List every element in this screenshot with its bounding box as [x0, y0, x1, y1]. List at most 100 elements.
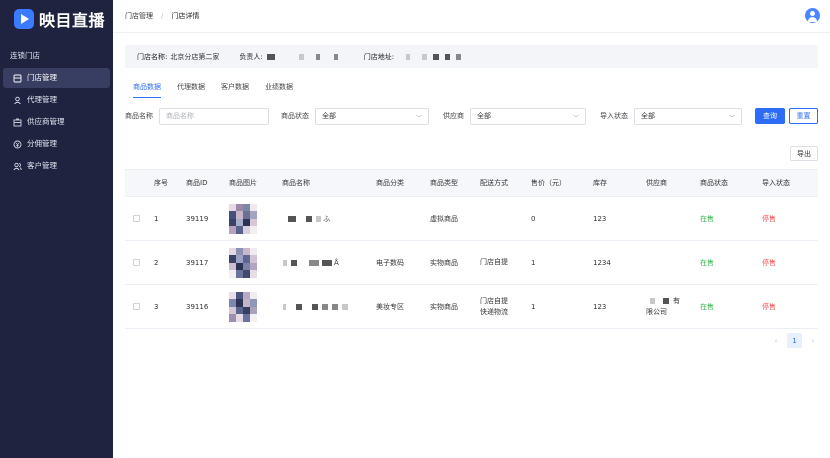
reset-button[interactable]: 重置 [789, 108, 818, 124]
product-status-select[interactable]: 全部 ﹀ [315, 107, 429, 125]
supplier-select[interactable]: 全部 ﹀ [470, 107, 586, 125]
redacted-text [298, 53, 304, 60]
next-page-icon[interactable]: › [806, 337, 820, 345]
delivery-method: 门店自提 [480, 258, 508, 266]
id-cell: 39119 [186, 214, 209, 223]
redacted-text [316, 215, 321, 222]
column-header: 序号 [154, 179, 168, 187]
avatar-body [808, 17, 817, 22]
redacted-text [650, 298, 655, 304]
product-thumbnail[interactable] [229, 247, 257, 278]
id-cell: 39117 [186, 258, 209, 267]
brand-logo[interactable]: 映目直播 [0, 0, 113, 37]
sidebar-item-store[interactable]: 门店管理 [3, 68, 110, 88]
filter-bar: 商品名称 商品名称 商品状态 全部 ﹀ 供应商 全部 ﹀ 导入状态 全部 ﹀ 查… [125, 107, 825, 125]
sidebar-item-agent[interactable]: 代理管理 [3, 90, 110, 110]
supplier-value: 全部 [477, 112, 491, 120]
table-header: 序号 商品ID 商品图片 商品名称 商品分类 商品类型 配送方式 售价（元） 库… [125, 170, 818, 197]
row-checkbox[interactable] [133, 215, 140, 222]
product-status-label: 商品状态 [281, 112, 309, 120]
chevron-down-icon: ﹀ [572, 114, 579, 122]
name-cell [282, 303, 376, 310]
price-cell: 1 [531, 258, 536, 267]
redacted-text [433, 53, 440, 60]
product-name-label: 商品名称 [125, 112, 153, 120]
tab-performance-data[interactable]: 业绩数据 [265, 82, 293, 98]
product-name-tail: Å [334, 258, 339, 267]
price-cell: 0 [531, 214, 536, 223]
product-status-badge: 在售 [700, 214, 714, 223]
redacted-text [306, 215, 312, 222]
main-content: 门店名称: 北京分店第二家 负责人: 门店地址: 商品数据 代理数据 客户数据 … [113, 33, 830, 458]
redacted-text [342, 303, 348, 310]
export-button[interactable]: 导出 [790, 146, 818, 161]
product-thumbnail[interactable] [229, 291, 257, 322]
top-bar: 门店管理 / 门店详情 [113, 0, 830, 33]
tab-customer-data[interactable]: 客户数据 [221, 82, 249, 98]
customer-icon [13, 162, 22, 171]
sidebar-item-commission[interactable]: 分佣管理 [3, 134, 110, 154]
product-thumbnail[interactable] [229, 203, 257, 234]
redacted-text [291, 259, 297, 266]
redacted-text [333, 53, 338, 60]
image-cell [229, 247, 282, 278]
brand-name: 映目直播 [39, 10, 106, 30]
column-header: 库存 [593, 179, 607, 187]
product-name-input[interactable]: 商品名称 [159, 107, 269, 125]
search-button[interactable]: 查询 [755, 108, 785, 124]
redacted-text [312, 303, 318, 310]
prev-page-icon[interactable]: ‹ [769, 337, 783, 345]
breadcrumb-separator: / [161, 12, 164, 20]
product-name-tail: ふ [323, 214, 330, 223]
redacted-text [663, 298, 669, 304]
table-row[interactable]: 1 39119 ふ 虚拟商品 0 123 在售 停售 [125, 197, 818, 241]
category-cell: 电子数码 [376, 258, 404, 267]
image-cell [229, 291, 282, 322]
id-cell: 39116 [186, 302, 209, 311]
tab-product-data[interactable]: 商品数据 [133, 82, 161, 98]
import-status-select[interactable]: 全部 ﹀ [634, 107, 742, 125]
redacted-text [315, 53, 320, 60]
column-header: 售价（元） [531, 179, 566, 187]
redacted-text [445, 53, 451, 60]
row-checkbox[interactable] [133, 303, 140, 310]
delivery-cell: 门店自提 [480, 257, 531, 268]
delivery-method: 快递物流 [480, 307, 508, 316]
sidebar-item-customer[interactable]: 客户管理 [3, 156, 110, 176]
import-status-value: 全部 [641, 112, 655, 120]
price-cell: 1 [531, 302, 536, 311]
column-header: 商品状态 [700, 179, 728, 187]
supplier-name-part: 有 [673, 296, 680, 305]
row-checkbox[interactable] [133, 259, 140, 266]
column-header: 商品ID [186, 179, 208, 187]
sidebar: 映目直播 连锁门店 门店管理 代理管理 供应商管理 分佣管理 客户管理 [0, 0, 113, 458]
redacted-text [322, 303, 328, 310]
redacted-text [296, 303, 302, 310]
commission-icon [13, 140, 22, 149]
type-cell: 虚拟商品 [430, 214, 458, 223]
sidebar-item-label: 代理管理 [27, 95, 57, 104]
index-cell: 3 [154, 302, 159, 311]
column-header: 供应商 [646, 179, 667, 187]
tab-agent-data[interactable]: 代理数据 [177, 82, 205, 98]
chevron-down-icon: ﹀ [728, 114, 735, 122]
user-avatar-icon[interactable] [805, 8, 820, 23]
sidebar-group-title[interactable]: 连锁门店 [0, 45, 113, 67]
stock-cell: 1234 [593, 258, 611, 267]
chevron-down-icon: ﹀ [415, 114, 422, 122]
table-row[interactable]: 3 39116 美妆专区 实物商品 门店自提 快递物流 1 123 有 限公司 … [125, 285, 818, 329]
supplier-name: 限公司 [646, 307, 667, 316]
sidebar-item-supplier[interactable]: 供应商管理 [3, 112, 110, 132]
type-cell: 实物商品 [430, 302, 458, 311]
breadcrumb-parent[interactable]: 门店管理 [125, 11, 153, 21]
redacted-text [266, 53, 275, 60]
sidebar-item-label: 分佣管理 [27, 139, 57, 148]
store-address: 门店地址: [364, 52, 463, 62]
image-cell [229, 203, 282, 234]
page-number[interactable]: 1 [787, 333, 802, 348]
column-header: 商品名称 [282, 179, 310, 187]
delivery-method: 门店自提 [480, 296, 508, 305]
stock-cell: 123 [593, 302, 607, 311]
table-row[interactable]: 2 39117 Å 电子数码 实物商品 门店自提 1 1234 在售 停售 [125, 241, 818, 285]
store-address-label: 门店地址: [363, 52, 395, 61]
